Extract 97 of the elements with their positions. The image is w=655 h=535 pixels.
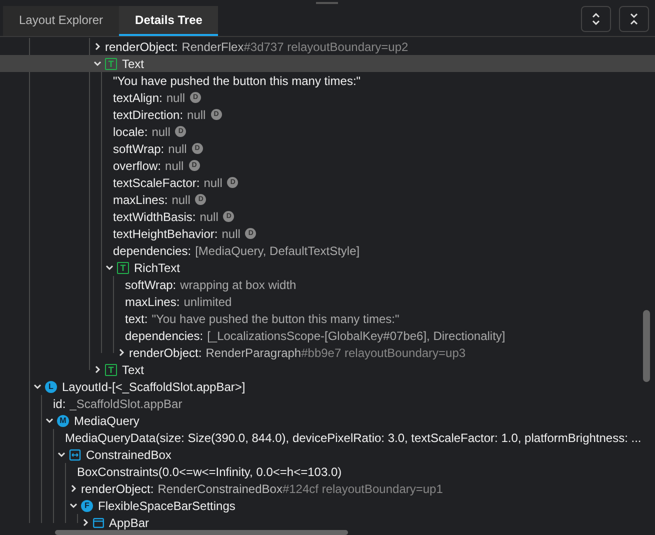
tree-row[interactable]: ConstrainedBox (0, 446, 655, 463)
node-label: textAlign: (113, 90, 162, 104)
tree-row[interactable]: BoxConstraints(0.0<=w<=Infinity, 0.0<=h<=103.0) (0, 463, 655, 480)
widget-icon: T (117, 262, 129, 274)
node-value: null (166, 90, 186, 104)
window-icon (93, 518, 104, 528)
chevron-down-icon[interactable] (69, 501, 78, 510)
tree-row[interactable]: AppBar (0, 514, 655, 531)
box-icon (69, 448, 81, 460)
tree-row[interactable]: T Text (0, 55, 655, 72)
node-value: [MediaQuery, DefaultTextStyle] (195, 244, 360, 258)
tree-row[interactable]: renderObject: RenderFlex#3d737 relayoutBoundary=up2 (0, 38, 655, 55)
node-label: FlexibleSpaceBarSettings (98, 498, 236, 512)
tree-row[interactable]: renderObject: RenderParagraph#bb9e7 relayoutBoundary=up3 (0, 344, 655, 361)
node-value: null (222, 226, 240, 240)
tree-row[interactable]: dependencies: [MediaQuery, DefaultTextStyle] (0, 242, 655, 259)
tree-row[interactable]: T RichText (0, 259, 655, 276)
node-label: softWrap: (113, 142, 164, 156)
node-label: MediaQuery (74, 414, 140, 428)
expand-icon (591, 13, 601, 25)
node-value: null (200, 210, 218, 224)
node-label: dependencies: (113, 244, 192, 258)
node-label: maxLines: (125, 294, 180, 308)
node-label: RichText (134, 260, 180, 274)
node-label: BoxConstraints(0.0<=w<=Infinity, 0.0<=h<=103.0) (77, 464, 342, 478)
tab[interactable]: Details Tree (119, 6, 218, 36)
chevron-down-icon[interactable] (45, 416, 54, 425)
node-label: MediaQueryData(size: Size(390.0, 844.0), devicePixelRatio: 3.0, textScaleFactor: 1.0, platformBrightness: ... (65, 430, 642, 444)
tree-row[interactable]: softWrap: wrapping at box width (0, 276, 655, 293)
node-value: null (165, 158, 184, 172)
widget-icon: F (81, 500, 93, 512)
tree-row[interactable]: M MediaQuery (0, 412, 655, 429)
collapse-icon (629, 13, 639, 25)
node-label: Text (122, 362, 144, 376)
chevron-down-icon[interactable] (93, 59, 102, 68)
node-label: Text (122, 56, 144, 70)
tree-row[interactable]: id: _ScaffoldSlot.appBar (0, 395, 655, 412)
node-value: null (152, 124, 170, 138)
node-label: id: (53, 396, 66, 410)
node-label: text: (125, 312, 148, 326)
tree-row[interactable]: maxLines: unlimited (0, 293, 655, 310)
widget-icon: M (57, 414, 69, 426)
chevron-down-icon[interactable] (57, 450, 66, 459)
collapse-all-button[interactable] (619, 6, 649, 32)
chevron-right-icon[interactable] (93, 365, 102, 374)
node-detail: #bb9e7 relayoutBoundary=up3 (301, 346, 466, 360)
node-label: locale: (113, 124, 148, 138)
tree-row[interactable]: "You have pushed the button this many times:" (0, 72, 655, 89)
tree-row[interactable]: T Text (0, 361, 655, 378)
chevron-right-icon[interactable] (69, 484, 78, 493)
node-value: null (204, 176, 222, 190)
node-label: renderObject: (81, 482, 154, 496)
widget-icon: T (105, 58, 117, 70)
tree-row[interactable]: dependencies: [_LocalizationsScope-[GlobalKey#07be6], Directionality] (0, 327, 655, 344)
node-value: null (168, 142, 187, 156)
tab[interactable]: Layout Explorer (3, 6, 120, 36)
node-label: textWidthBasis: (113, 210, 196, 224)
node-detail: #3d737 relayoutBoundary=up2 (244, 40, 408, 54)
node-label: AppBar (109, 516, 150, 530)
chevron-right-icon[interactable] (81, 518, 90, 527)
node-label: softWrap: (125, 278, 176, 292)
widget-icon: T (105, 364, 117, 376)
node-label: "You have pushed the button this many times:" (113, 74, 361, 88)
node-value: wrapping at box width (180, 278, 296, 292)
node-value: "You have pushed the button this many times:" (152, 312, 400, 326)
node-value: _ScaffoldSlot.appBar (70, 396, 182, 410)
node-value: RenderFlex (182, 40, 244, 54)
tree-row[interactable]: F FlexibleSpaceBarSettings (0, 497, 655, 514)
chevron-down-icon[interactable] (105, 263, 114, 272)
scrollbar[interactable] (643, 310, 650, 382)
node-value: null (172, 192, 190, 206)
node-label: renderObject: (105, 40, 178, 54)
node-label: ConstrainedBox (86, 448, 172, 462)
node-label: textDirection: (113, 108, 184, 122)
scrollbar[interactable] (55, 530, 348, 535)
node-label: dependencies: (125, 328, 204, 342)
node-label: maxLines: (113, 192, 168, 206)
node-label: textScaleFactor: (113, 176, 200, 190)
node-value: RenderConstrainedBox (158, 482, 282, 496)
chevron-down-icon[interactable] (33, 382, 42, 391)
tree-row[interactable]: L LayoutId-[<_ScaffoldSlot.appBar>] (0, 378, 655, 395)
tree-row[interactable]: MediaQueryData(size: Size(390.0, 844.0), devicePixelRatio: 3.0, textScaleFactor: 1.0, platformBrightness: ... (0, 429, 655, 446)
node-label: LayoutId-[<_ScaffoldSlot.appBar>] (62, 380, 246, 394)
tree-row[interactable]: renderObject: RenderConstrainedBox#124cf relayoutBoundary=up1 (0, 480, 655, 497)
node-value: RenderParagraph (206, 346, 302, 360)
node-detail: #124cf relayoutBoundary=up1 (282, 482, 443, 496)
node-label: renderObject: (129, 346, 202, 360)
expand-all-button[interactable] (581, 6, 611, 32)
tree-row[interactable]: text: "You have pushed the button this many times:" (0, 310, 655, 327)
widget-icon: L (45, 380, 57, 392)
node-label: textHeightBehavior: (113, 226, 218, 240)
chevron-right-icon[interactable] (93, 42, 102, 51)
node-value: unlimited (184, 294, 232, 308)
node-value: null (187, 108, 206, 122)
chevron-right-icon[interactable] (117, 348, 126, 357)
node-value: [_LocalizationsScope-[GlobalKey#07be6], Directionality] (207, 328, 506, 342)
node-label: overflow: (113, 158, 162, 172)
